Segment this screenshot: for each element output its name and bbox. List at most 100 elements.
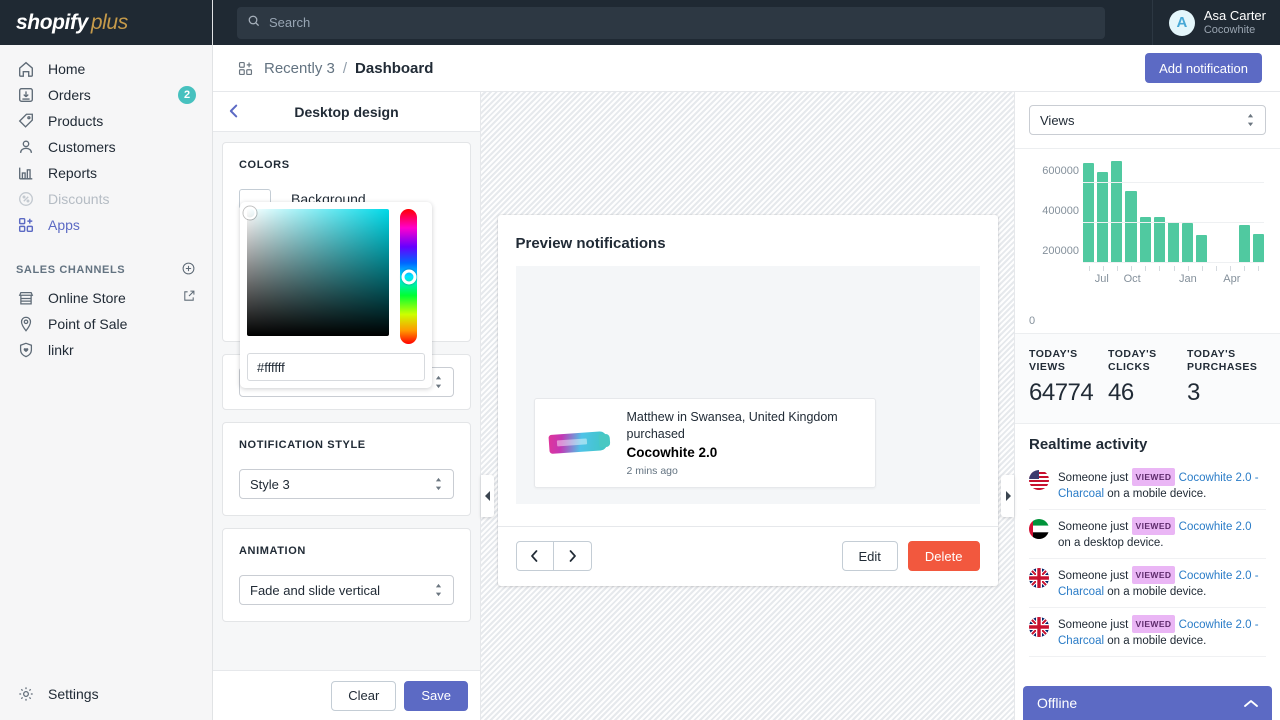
sidebar-item-home[interactable]: Home [8, 56, 204, 81]
brand-name: shopify [16, 11, 88, 34]
add-channel-icon[interactable] [181, 261, 196, 279]
activity-prefix: Someone just [1058, 521, 1128, 533]
offline-chat-bar[interactable]: Offline [1023, 686, 1272, 720]
brand-suffix: plus [91, 11, 128, 34]
sidebar-item-discounts[interactable]: Discounts [8, 186, 204, 211]
color-picker-popover[interactable] [240, 202, 432, 388]
kpi-todays-clicks: TODAY'S CLICKS 46 [1108, 348, 1187, 407]
sidebar-item-reports[interactable]: Reports [8, 160, 204, 185]
chart-bars [1083, 163, 1264, 263]
animation-value: Fade and slide vertical [250, 583, 380, 598]
previous-notification-button[interactable] [516, 541, 554, 571]
breadcrumb: Recently 3 / Dashboard [237, 60, 433, 77]
notification-preview[interactable]: Matthew in Swansea, United Kingdom purch… [534, 398, 876, 488]
chart-x-tick-label: Apr [1223, 273, 1240, 287]
sidebar-item-products[interactable]: Products [8, 108, 204, 133]
sidebar-item-linkr[interactable]: linkr [8, 337, 204, 362]
kpi-label-line2: CLICKS [1108, 361, 1150, 373]
chart-tick [1196, 266, 1207, 271]
kpi-row: TODAY'S VIEWS 64774 TODAY'S CLICKS 46 [1015, 334, 1280, 424]
saturation-value-area[interactable] [247, 209, 389, 336]
activity-item: Someone just VIEWED Cocowhite 2.0 on a d… [1029, 510, 1266, 559]
chart-bar [1083, 163, 1094, 263]
kpi-label-line1: TODAY'S [1029, 348, 1078, 360]
activity-prefix: Someone just [1058, 619, 1128, 631]
clear-button[interactable]: Clear [331, 681, 396, 711]
animation-select[interactable]: Fade and slide vertical [239, 575, 454, 605]
hue-slider-thumb[interactable] [401, 269, 416, 284]
colors-title: COLORS [239, 159, 454, 171]
chart-x-tick-label [1083, 273, 1092, 287]
next-notification-button[interactable] [554, 541, 592, 571]
animation-card: ANIMATION Fade and slide vertical [222, 528, 471, 622]
sidebar-item-label: Home [48, 62, 85, 76]
reports-bar-icon [16, 163, 36, 183]
chevron-updown-icon [1246, 113, 1255, 127]
sidebar-item-label: Reports [48, 166, 97, 180]
orders-icon [16, 85, 36, 105]
chart-tick [1225, 266, 1236, 271]
activity-product-link[interactable]: Cocowhite 2.0 [1179, 521, 1252, 533]
chart-bar [1097, 172, 1108, 263]
saturation-value-thumb[interactable] [244, 207, 257, 220]
sidebar-item-point-of-sale[interactable]: Point of Sale [8, 311, 204, 336]
chart-x-tick-label [1255, 273, 1264, 287]
edit-button[interactable]: Edit [842, 541, 898, 571]
activity-text: Someone just VIEWED Cocowhite 2.0 on a d… [1058, 517, 1266, 551]
sidebar-item-label: Products [48, 114, 103, 128]
store-icon [16, 288, 36, 308]
sidebar-item-orders[interactable]: Orders 2 [8, 82, 204, 107]
user-menu[interactable]: A Asa Carter Cocowhite [1152, 0, 1280, 45]
avatar: A [1169, 10, 1195, 36]
collapse-left-panel-tab[interactable] [481, 475, 494, 517]
preview-title: Preview notifications [498, 215, 998, 266]
notification-style-select[interactable]: Style 3 [239, 469, 454, 499]
activity-prefix: Someone just [1058, 472, 1128, 484]
chart-x-tick-label: Jan [1179, 273, 1197, 287]
preview-footer: Edit Delete [498, 526, 998, 586]
chart-gridline [1083, 222, 1264, 223]
search-box[interactable] [237, 7, 1105, 39]
activity-tag: VIEWED [1132, 566, 1176, 584]
notification-product: Cocowhite 2.0 [627, 445, 863, 460]
search-input[interactable] [269, 15, 1095, 30]
brand-logo[interactable]: shopifyplus [0, 0, 212, 45]
chart-tick [1111, 266, 1122, 271]
pin-icon [16, 314, 36, 334]
notification-text: Matthew in Swansea, United Kingdom purch… [627, 409, 863, 477]
sidebar-item-apps[interactable]: Apps [8, 212, 204, 237]
top-bar: A Asa Carter Cocowhite [213, 0, 1280, 45]
sidebar-footer: Settings [0, 681, 212, 720]
breadcrumb-separator: / [343, 60, 347, 77]
color-picker-row [247, 209, 425, 344]
save-button[interactable]: Save [404, 681, 468, 711]
hue-slider[interactable] [400, 209, 417, 344]
back-arrow-icon[interactable] [225, 102, 243, 123]
kpi-value: 46 [1108, 379, 1187, 407]
metric-select-value: Views [1040, 113, 1074, 128]
sidebar-item-settings[interactable]: Settings [8, 681, 204, 706]
breadcrumb-recent[interactable]: Recently 3 [264, 60, 335, 77]
sidebar-item-customers[interactable]: Customers [8, 134, 204, 159]
collapse-right-panel-tab[interactable] [1001, 475, 1014, 517]
chart-tick [1154, 266, 1165, 271]
views-bar-chart: 200000400000600000 JulOctJanApr 0 [1015, 149, 1280, 334]
add-notification-button[interactable]: Add notification [1145, 53, 1262, 83]
sidebar-item-online-store[interactable]: Online Store [8, 285, 204, 310]
chevron-updown-icon [434, 583, 443, 597]
preview-pager [516, 541, 592, 571]
activity-text: Someone just VIEWED Cocowhite 2.0 - Char… [1058, 468, 1266, 502]
sidebar-item-label: Online Store [48, 291, 126, 305]
external-link-icon[interactable] [182, 289, 196, 306]
activity-suffix: on a desktop device. [1058, 537, 1164, 549]
activity-suffix: on a mobile device. [1107, 586, 1206, 598]
metric-select[interactable]: Views [1029, 105, 1266, 135]
search-icon [247, 14, 261, 31]
kpi-label-line2: VIEWS [1029, 361, 1065, 373]
stats-panel: Views 200000400000600000 JulOctJanApr [1014, 92, 1280, 720]
apps-grid-icon [16, 215, 36, 235]
delete-button[interactable]: Delete [908, 541, 980, 571]
hex-color-input[interactable] [247, 353, 425, 381]
chevron-updown-icon [434, 375, 443, 389]
activity-item: Someone just VIEWED Cocowhite 2.0 - Char… [1029, 608, 1266, 657]
